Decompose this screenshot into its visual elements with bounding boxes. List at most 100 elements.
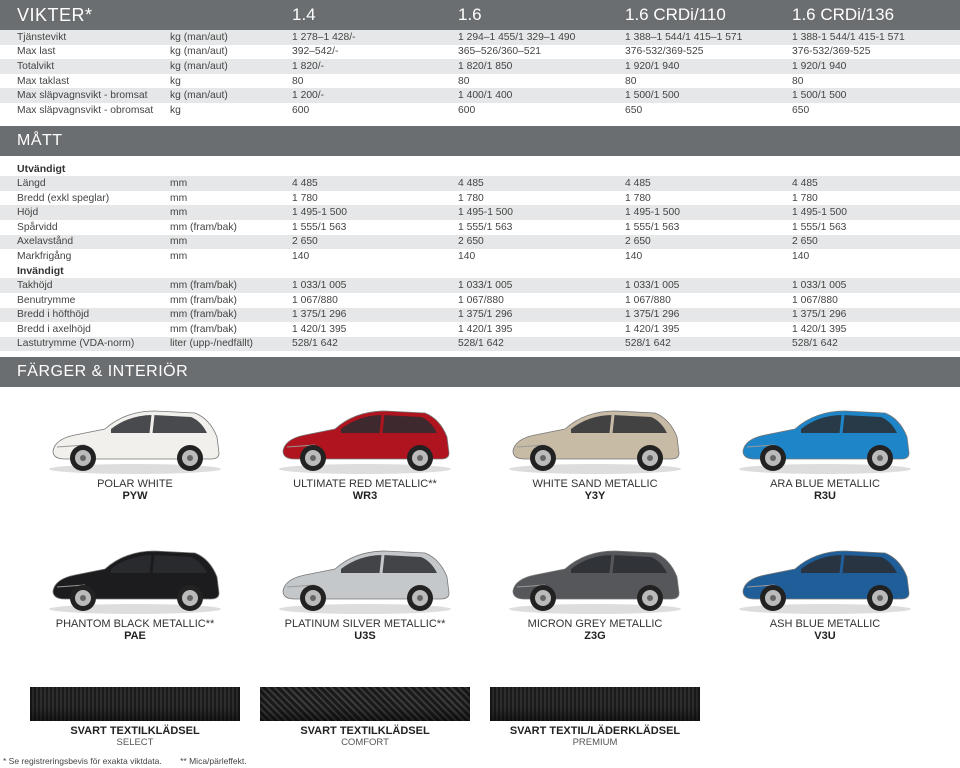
table-row: Max taklast kg 80 80 80 80 bbox=[0, 74, 960, 89]
car-icon bbox=[49, 410, 221, 475]
fabric-name: SVART TEXTILKLÄDSEL bbox=[300, 725, 430, 738]
fabric-trim: COMFORT bbox=[341, 737, 389, 749]
row-value: 1 420/1 395 bbox=[625, 323, 680, 335]
row-value: 1 495-1 500 bbox=[792, 207, 847, 219]
row-value: 1 388–1 544/1 415–1 571 bbox=[625, 31, 743, 43]
car-icon bbox=[279, 550, 451, 615]
footnotes: * Se registreringsbevis för exakta viktd… bbox=[3, 756, 263, 766]
row-value: 1 067/880 bbox=[458, 294, 504, 306]
fabric-swatch bbox=[30, 687, 240, 722]
color-name: ASH BLUE METALLIC bbox=[769, 618, 881, 631]
row-unit: liter (upp-/nedfällt) bbox=[170, 338, 253, 350]
row-value: 1 200/- bbox=[292, 90, 325, 102]
row-value: 4 485 bbox=[625, 177, 651, 189]
row-value: 2 650 bbox=[625, 236, 651, 248]
fabric-name: SVART TEXTIL/LÄDERKLÄDSEL bbox=[509, 725, 681, 738]
interior-table: Takhöjd mm (fram/bak) 1 033/1 005 1 033/1 0… bbox=[0, 278, 960, 352]
row-value: 140 bbox=[458, 250, 476, 262]
row-value: 1 820/1 850 bbox=[458, 60, 513, 72]
row-value: 1 495-1 500 bbox=[458, 207, 513, 219]
table-row: Max släpvagnsvikt - obromsat kg 600 600 650 6… bbox=[0, 103, 960, 118]
row-unit: kg (man/aut) bbox=[170, 90, 228, 102]
engine-column-header: 1.4 bbox=[292, 5, 316, 24]
row-value: 80 bbox=[625, 75, 637, 87]
row-value: 600 bbox=[292, 104, 310, 116]
table-row: Bredd i axelhöjd mm (fram/bak) 1 420/1 395… bbox=[0, 322, 960, 337]
row-value: 1 420/1 395 bbox=[458, 323, 513, 335]
row-unit: kg bbox=[170, 104, 181, 116]
row-value: 1 033/1 005 bbox=[292, 280, 347, 292]
fabric-swatch bbox=[260, 687, 470, 722]
row-unit: mm bbox=[170, 250, 188, 262]
row-value: 2 650 bbox=[458, 236, 484, 248]
engine-column-header: 1.6 CRDi/136 bbox=[792, 5, 895, 24]
dimensions-header: MÅTT bbox=[0, 125, 960, 156]
row-value: 528/1 642 bbox=[625, 338, 671, 350]
row-unit: kg bbox=[170, 75, 181, 87]
row-unit: kg (man/aut) bbox=[170, 60, 228, 72]
row-label: Längd bbox=[17, 177, 46, 189]
row-unit: mm (fram/bak) bbox=[170, 309, 237, 321]
footnote: ** Mica/pärleffekt. bbox=[180, 756, 247, 766]
row-label: Markfrigång bbox=[17, 250, 72, 262]
row-value: 80 bbox=[792, 75, 804, 87]
row-value: 1 420/1 395 bbox=[292, 323, 347, 335]
row-label: Max last bbox=[17, 46, 56, 58]
engine-column-header: 1.6 bbox=[458, 5, 482, 24]
car-color-item: ARA BLUE METALLIC R3U bbox=[710, 401, 940, 541]
car-color-item: ASH BLUE METALLIC V3U bbox=[710, 541, 940, 681]
dimensions-title: MÅTT bbox=[17, 131, 63, 149]
fabric-swatch bbox=[490, 687, 700, 722]
row-value: 1 920/1 940 bbox=[625, 60, 680, 72]
weights-table: Tjänstevikt kg (man/aut) 1 278–1 428/- 1 29… bbox=[0, 30, 960, 118]
row-value: 1 500/1 500 bbox=[625, 90, 680, 102]
car-color-item: ULTIMATE RED METALLIC** WR3 bbox=[250, 401, 480, 541]
row-label: Takhöjd bbox=[17, 280, 53, 292]
row-value: 1 500/1 500 bbox=[792, 90, 847, 102]
exterior-label: Utvändigt bbox=[17, 162, 66, 175]
row-unit: mm bbox=[170, 236, 188, 248]
row-label: Max släpvagnsvikt - obromsat bbox=[17, 104, 154, 116]
color-name: MICRON GREY METALLIC bbox=[527, 618, 663, 631]
row-value: 80 bbox=[458, 75, 470, 87]
color-code: WR3 bbox=[352, 490, 378, 503]
row-value: 1 555/1 563 bbox=[458, 221, 513, 233]
row-label: Bredd i axelhöjd bbox=[17, 323, 91, 335]
table-row: Tjänstevikt kg (man/aut) 1 278–1 428/- 1 29… bbox=[0, 30, 960, 45]
row-value: 528/1 642 bbox=[792, 338, 838, 350]
row-value: 80 bbox=[292, 75, 304, 87]
row-value: 1 294–1 455/1 329–1 490 bbox=[458, 31, 576, 43]
row-value: 650 bbox=[625, 104, 643, 116]
row-value: 1 780 bbox=[792, 192, 818, 204]
row-label: Benutrymme bbox=[17, 294, 76, 306]
row-unit: mm bbox=[170, 192, 188, 204]
row-unit: mm bbox=[170, 177, 188, 189]
color-code: Z3G bbox=[584, 630, 606, 643]
row-value: 1 278–1 428/- bbox=[292, 31, 356, 43]
row-value: 528/1 642 bbox=[458, 338, 504, 350]
row-value: 1 780 bbox=[625, 192, 651, 204]
car-color-item: MICRON GREY METALLIC Z3G bbox=[480, 541, 710, 681]
row-value: 1 400/1 400 bbox=[458, 90, 513, 102]
table-row: Takhöjd mm (fram/bak) 1 033/1 005 1 033/1 0… bbox=[0, 278, 960, 293]
row-value: 1 495-1 500 bbox=[625, 207, 680, 219]
fabric-item: SVART TEXTILKLÄDSEL SELECT bbox=[30, 687, 240, 748]
row-unit: mm (fram/bak) bbox=[170, 323, 237, 335]
row-value: 140 bbox=[792, 250, 810, 262]
row-value: 650 bbox=[792, 104, 810, 116]
engine-column-header: 1.6 CRDi/110 bbox=[625, 5, 726, 24]
row-value: 1 420/1 395 bbox=[792, 323, 847, 335]
row-value: 1 780 bbox=[292, 192, 318, 204]
row-value: 140 bbox=[625, 250, 643, 262]
fabric-item: SVART TEXTIL/LÄDERKLÄDSEL PREMIUM bbox=[490, 687, 700, 748]
row-value: 2 650 bbox=[792, 236, 818, 248]
color-name: ARA BLUE METALLIC bbox=[770, 478, 880, 491]
table-row: Max släpvagnsvikt - bromsat kg (man/aut) 1… bbox=[0, 88, 960, 103]
row-value: 1 033/1 005 bbox=[458, 280, 513, 292]
row-label: Max taklast bbox=[17, 75, 70, 87]
row-value: 376-532/369-525 bbox=[792, 46, 871, 58]
table-row: Bredd i höfthöjd mm (fram/bak) 1 375/1 296… bbox=[0, 307, 960, 323]
row-value: 1 495-1 500 bbox=[292, 207, 347, 219]
engine-columns: 1.4 1.6 1.6 CRDi/110 1.6 CRDi/136 bbox=[0, 0, 960, 30]
table-row: Lastutrymme (VDA-norm) liter (upp-/nedfäl… bbox=[0, 336, 960, 352]
